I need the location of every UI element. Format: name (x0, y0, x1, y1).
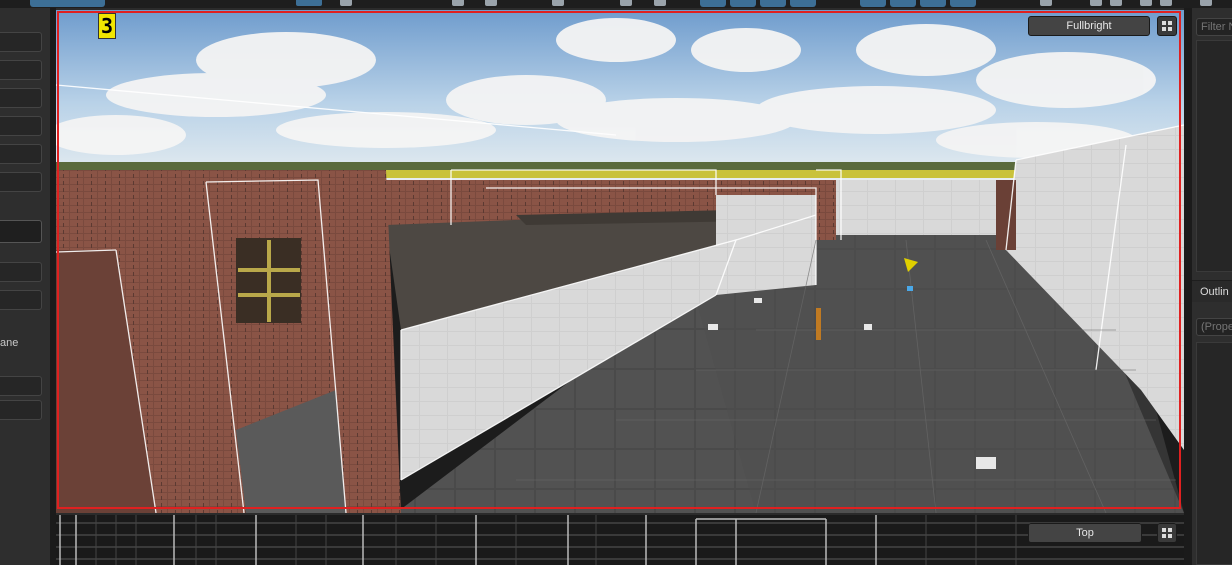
main-toolbar (0, 0, 1232, 8)
toolbar-tool-icon[interactable] (296, 0, 322, 6)
toolbar-tool-icon[interactable] (1140, 0, 1152, 6)
toolbar-tool-icon[interactable] (340, 0, 352, 6)
toolbar-toggle-button[interactable] (860, 0, 886, 7)
toolbar-tool-icon[interactable] (1110, 0, 1122, 6)
left-panel-field[interactable] (0, 172, 42, 192)
left-panel-option[interactable]: ane (0, 334, 41, 352)
toolbar-tool-icon[interactable] (1040, 0, 1052, 6)
toolbar-toggle-button[interactable] (730, 0, 756, 7)
toolbar-toggle-button[interactable] (790, 0, 816, 7)
toolbar-tool-icon[interactable] (485, 0, 497, 6)
grid-layout-icon[interactable] (1157, 523, 1177, 543)
toolbar-tab-active[interactable] (30, 0, 105, 7)
scene-render (56, 10, 1184, 513)
left-panel-field[interactable] (0, 144, 42, 164)
right-panel: Outlin (1192, 8, 1232, 565)
player-start-icon[interactable] (907, 286, 913, 291)
properties-filter-input[interactable] (1196, 318, 1232, 336)
toolbar-tool-icon[interactable] (552, 0, 564, 6)
toolbar-toggle-button[interactable] (700, 0, 726, 7)
left-panel-field[interactable] (0, 290, 42, 310)
scene-list[interactable] (1196, 40, 1232, 272)
toolbar-tool-icon[interactable] (452, 0, 464, 6)
toolbar-toggle-button[interactable] (920, 0, 946, 7)
viewport-marker: 3 (98, 13, 116, 39)
toolbar-toggle-button[interactable] (760, 0, 786, 7)
left-panel-field[interactable] (0, 88, 42, 108)
top-grid (56, 515, 1184, 565)
left-panel-field[interactable] (0, 262, 42, 282)
left-panel-field[interactable] (0, 400, 42, 420)
toolbar-toggle-button[interactable] (890, 0, 916, 7)
left-panel-selected-field[interactable] (0, 220, 42, 243)
toolbar-tool-icon[interactable] (1090, 0, 1102, 6)
left-panel-field[interactable] (0, 60, 42, 80)
left-panel-field[interactable] (0, 116, 42, 136)
toolbar-tool-icon[interactable] (654, 0, 666, 6)
toolbar-tool-icon[interactable] (620, 0, 632, 6)
toolbar-tool-icon[interactable] (1160, 0, 1172, 6)
left-panel: ane (0, 8, 50, 565)
properties-list[interactable] (1196, 342, 1232, 565)
left-panel-field[interactable] (0, 32, 42, 52)
right-splitter[interactable] (1184, 8, 1192, 565)
toolbar-tool-icon[interactable] (1200, 0, 1212, 6)
perspective-viewport[interactable]: Fullbright (56, 10, 1184, 513)
toolbar-toggle-button[interactable] (950, 0, 976, 7)
left-panel-field[interactable] (0, 376, 42, 396)
filter-input[interactable] (1196, 18, 1232, 36)
top-viewport[interactable]: Top (56, 515, 1184, 565)
tab-outliner[interactable]: Outlin (1192, 280, 1232, 302)
grid-layout-icon[interactable] (1157, 16, 1177, 36)
viewport-mode-button[interactable]: Fullbright (1028, 16, 1150, 36)
viewport-mode-button[interactable]: Top (1028, 523, 1142, 543)
